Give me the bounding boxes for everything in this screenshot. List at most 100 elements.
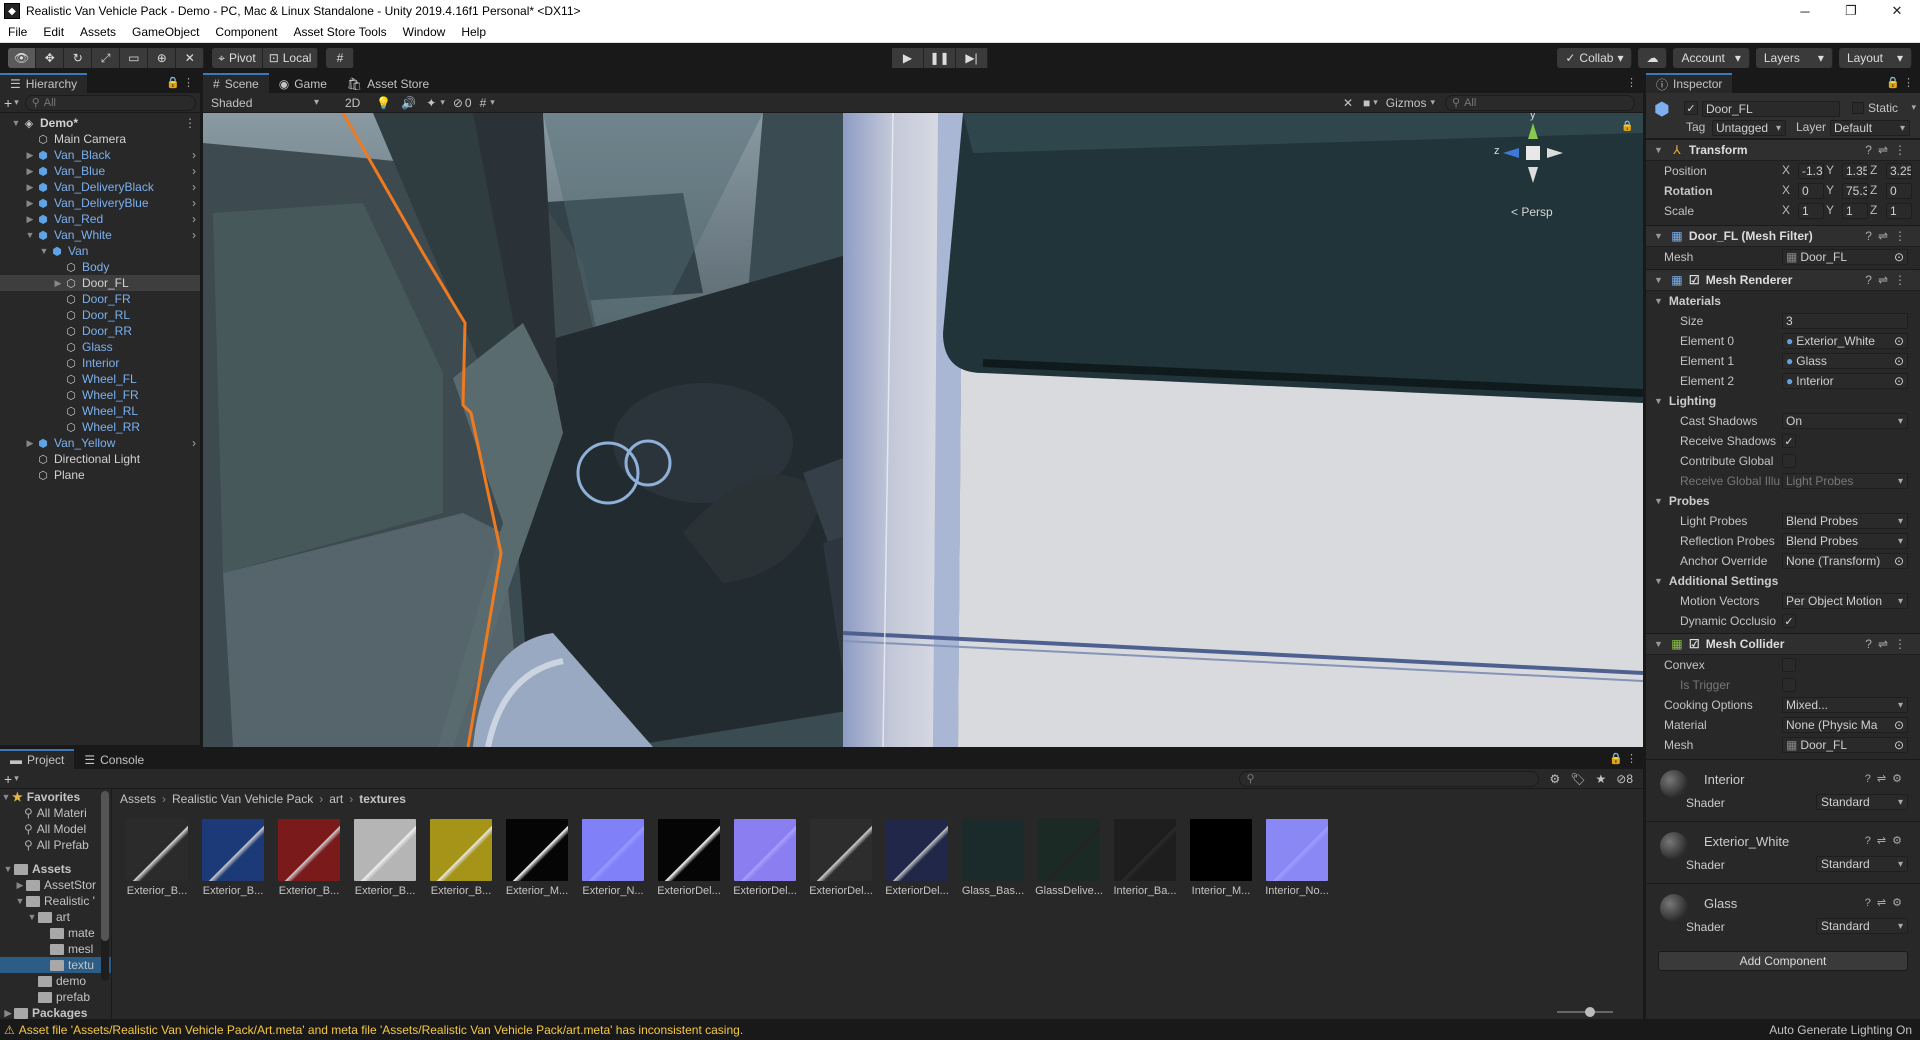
collapsed-arrow-icon[interactable]: ▶ [24, 214, 36, 225]
layout-dropdown[interactable]: Layout ▾ [1838, 48, 1912, 68]
component-tools-icon[interactable]: ?⇌⚙ [1865, 772, 1908, 785]
move-tool-icon[interactable]: ✥ [36, 48, 65, 68]
collapsed-arrow-icon[interactable]: ▶ [14, 880, 26, 891]
maximize-icon[interactable]: ❐ [1828, 0, 1874, 22]
hierarchy-item[interactable]: ▶ ⬢ Van_Yellow › [0, 435, 200, 451]
scale-z-field[interactable]: 1 [1886, 203, 1912, 219]
receive-shadows-checkbox[interactable]: ✓ [1782, 434, 1796, 448]
position-y-field[interactable]: 1.353 [1842, 163, 1868, 179]
expanded-arrow-icon[interactable]: ▼ [26, 912, 38, 922]
motion-vectors-dropdown[interactable]: Per Object Motion [1782, 593, 1908, 609]
object-picker-icon[interactable]: ⊙ [1894, 334, 1904, 348]
hierarchy-item[interactable]: ▶ ⬢ Van_Black › [0, 147, 200, 163]
component-tools-icon[interactable]: ?⇌⋮ [1865, 273, 1912, 287]
hierarchy-item[interactable]: ⬡ Door_FR [0, 291, 200, 307]
scale-y-field[interactable]: 1 [1842, 203, 1868, 219]
collapsed-arrow-icon[interactable]: ▶ [2, 1008, 14, 1019]
pivot-toggle[interactable]: ⌖ Pivot [212, 48, 263, 68]
menu-item[interactable]: File [0, 25, 35, 39]
position-z-field[interactable]: 3.254 [1886, 163, 1912, 179]
breadcrumb-item[interactable]: Assets [120, 792, 156, 806]
menu-item[interactable]: Edit [35, 25, 72, 39]
materials-size-field[interactable]: 3 [1782, 313, 1908, 329]
toggle-2d-button[interactable]: 2D [339, 96, 366, 110]
layers-dropdown[interactable]: Layers ▾ [1755, 48, 1833, 68]
expanded-arrow-icon[interactable]: ▼ [38, 246, 50, 256]
folder-tree-item[interactable]: ▼ art [0, 909, 111, 925]
hierarchy-item[interactable]: ⬡ Plane [0, 467, 200, 483]
hierarchy-item[interactable]: ⬡ Wheel_RR [0, 419, 200, 435]
asset-thumbnail[interactable]: Exterior_M... [502, 819, 572, 897]
view-tool-icon[interactable]: 👁 [8, 48, 37, 68]
scene-menu-icon[interactable]: ⋮ [184, 116, 196, 130]
account-dropdown[interactable]: Account ▾ [1673, 48, 1750, 68]
asset-thumbnail[interactable]: Glass_Bas... [958, 819, 1028, 897]
hierarchy-search-input[interactable]: ⚲ All [24, 94, 196, 111]
asset-thumbnail[interactable]: Exterior_B... [274, 819, 344, 897]
hierarchy-item[interactable]: ⬡ Door_RR [0, 323, 200, 339]
chevron-right-icon[interactable]: › [192, 196, 196, 210]
gizmo-lock-icon[interactable]: 🔒 [1621, 121, 1633, 132]
object-picker-icon[interactable]: ⊙ [1894, 738, 1904, 752]
hierarchy-item[interactable]: ⬡ Glass [0, 339, 200, 355]
folder-tree-item[interactable]: ▶ AssetStor [0, 877, 111, 893]
mesh-renderer-enabled-checkbox[interactable]: ☑ [1689, 273, 1700, 287]
hierarchy-item[interactable]: ▶ ⬢ Van_DeliveryBlue › [0, 195, 200, 211]
tree-scrollbar[interactable] [101, 791, 109, 981]
add-component-button[interactable]: Add Component [1658, 951, 1908, 971]
reflection-probes-dropdown[interactable]: Blend Probes [1782, 533, 1908, 549]
collapsed-arrow-icon[interactable]: ▶ [24, 198, 36, 209]
hierarchy-item[interactable]: ▶ ⬢ Van_Red › [0, 211, 200, 227]
close-icon[interactable]: ✕ [1874, 0, 1920, 22]
camera-icon[interactable]: ■ [1363, 96, 1370, 110]
expanded-arrow-icon[interactable]: ▼ [14, 896, 26, 906]
scale-x-field[interactable]: 1 [1798, 203, 1824, 219]
breadcrumb-item[interactable]: textures [359, 792, 406, 806]
panel-menu-icon[interactable]: ⋮ [1626, 76, 1637, 89]
audio-toggle-icon[interactable]: 🔊 [401, 96, 416, 110]
object-picker-icon[interactable]: ⊙ [1894, 354, 1904, 368]
asset-thumbnail[interactable]: Exterior_B... [198, 819, 268, 897]
chevron-right-icon[interactable]: › [192, 148, 196, 162]
hierarchy-item[interactable]: ▼ ◈ Demo* ⋮ [0, 115, 200, 131]
folder-tree-item[interactable]: mate [0, 925, 111, 941]
create-icon[interactable]: + [4, 95, 12, 111]
component-tools-icon[interactable]: ?⇌⋮ [1865, 143, 1912, 157]
transform-header[interactable]: ▼ ⅄ Transform ?⇌⋮ [1646, 139, 1920, 161]
shader-dropdown[interactable]: Standard [1816, 794, 1908, 810]
component-tools-icon[interactable]: ?⇌⋮ [1865, 229, 1912, 243]
shader-dropdown[interactable]: Standard [1816, 856, 1908, 872]
hierarchy-item[interactable]: ⬡ Door_RL [0, 307, 200, 323]
hierarchy-item[interactable]: ▶ ⬢ Van_DeliveryBlack › [0, 179, 200, 195]
additional-settings-section[interactable]: ▼ Additional Settings [1646, 571, 1920, 591]
scale-tool-icon[interactable]: ⤢ [92, 48, 121, 68]
tab-scene[interactable]: # Scene [203, 73, 269, 93]
expanded-arrow-icon[interactable]: ▼ [10, 118, 22, 128]
chevron-right-icon[interactable]: › [192, 180, 196, 194]
shading-mode-dropdown[interactable]: Shaded ▾ [207, 95, 325, 111]
tab-game[interactable]: ◉ Game [268, 73, 337, 93]
asset-thumbnail[interactable]: ExteriorDel... [730, 819, 800, 897]
hidden-objects-icon[interactable]: ⊘ [453, 96, 463, 110]
tab-console[interactable]: ☰ Console [74, 749, 155, 769]
breadcrumb-item[interactable]: Realistic Van Vehicle Pack [172, 792, 313, 806]
scene-search-input[interactable]: ⚲ All [1445, 94, 1635, 111]
menu-item[interactable]: Window [395, 25, 454, 39]
asset-thumbnail[interactable]: Exterior_B... [350, 819, 420, 897]
grid-snap-icon[interactable]: # [326, 48, 355, 68]
tag-dropdown[interactable]: Untagged [1712, 120, 1786, 136]
material-element-field[interactable]: ● Interior ⊙ [1782, 373, 1908, 389]
position-x-field[interactable]: -1.382 [1798, 163, 1824, 179]
pause-icon[interactable]: ❚❚ [924, 48, 956, 68]
asset-thumbnail[interactable]: Interior_M... [1186, 819, 1256, 897]
expanded-arrow-icon[interactable]: ▼ [2, 864, 14, 874]
mesh-collider-header[interactable]: ▼ ▦ ☑ Mesh Collider ?⇌⋮ [1646, 633, 1920, 655]
tab-inspector[interactable]: ⓘ Inspector [1646, 73, 1733, 93]
material-preview[interactable]: Interior ?⇌⚙ Shader Standard [1646, 759, 1920, 821]
search-by-type-icon[interactable]: ⚙ [1549, 772, 1560, 786]
object-picker-icon[interactable]: ⊙ [1894, 374, 1904, 388]
folder-tree-item[interactable]: mesl [0, 941, 111, 957]
collapsed-arrow-icon[interactable]: ▶ [24, 166, 36, 177]
rotate-tool-icon[interactable]: ↻ [64, 48, 93, 68]
shader-dropdown[interactable]: Standard [1816, 918, 1908, 934]
